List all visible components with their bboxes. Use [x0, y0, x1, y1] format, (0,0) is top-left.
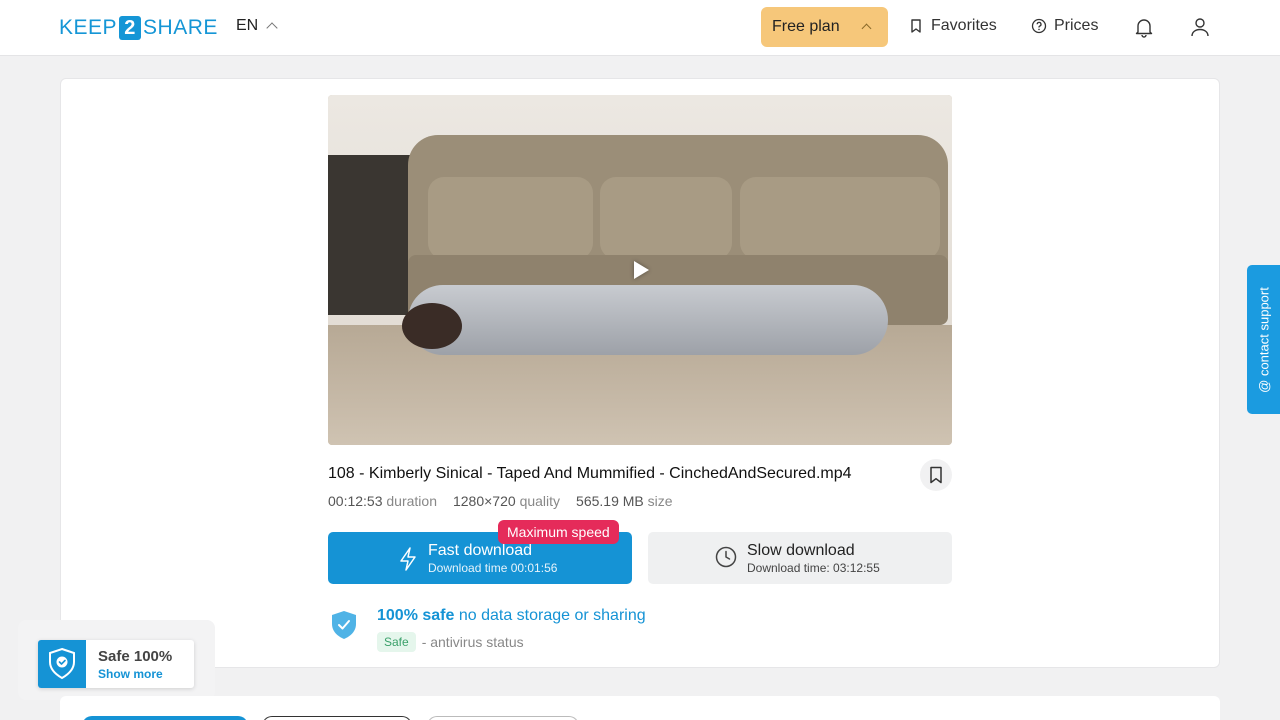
slow-download-title: Slow download — [747, 542, 855, 559]
favorites-link[interactable]: Favorites — [908, 17, 997, 35]
help-circle-icon — [1031, 18, 1047, 34]
site-logo[interactable]: KEEP 2 SHARE — [59, 15, 218, 41]
safety-statement: 100% safe no data storage or sharing — [377, 607, 646, 625]
prices-link[interactable]: Prices — [1031, 17, 1098, 35]
fast-download-time: Download time 00:01:56 — [428, 561, 558, 575]
slow-download-button[interactable]: Slow download Download time: 03:12:55 — [648, 532, 952, 584]
file-meta: 00:12:53 duration 1280×720 quality 565.1… — [328, 493, 673, 509]
free-plan-button[interactable]: Free plan — [761, 7, 888, 47]
shield-check-icon — [332, 611, 356, 639]
bookmark-button[interactable] — [920, 459, 952, 491]
show-more-link[interactable]: Show more — [98, 667, 163, 681]
antivirus-status: Safe - antivirus status — [377, 632, 524, 652]
fast-download-title: Fast download — [428, 542, 533, 559]
safe-widget-title: Safe 100% — [98, 648, 173, 665]
file-title: 108 - Kimberly Sinical - Taped And Mummi… — [328, 465, 852, 482]
favorites-label: Favorites — [931, 17, 997, 34]
tab-pill-active[interactable] — [82, 716, 248, 720]
lightning-icon — [400, 547, 416, 571]
size-meta: 565.19 MB size — [576, 493, 673, 509]
slow-download-time: Download time: 03:12:55 — [747, 561, 880, 575]
shield-check-icon — [38, 640, 86, 688]
chevron-up-icon — [266, 22, 278, 34]
language-selector[interactable]: EN — [236, 17, 278, 35]
contact-support-tab[interactable]: @ contact support — [1247, 265, 1280, 414]
top-header: KEEP 2 SHARE EN Free plan Favorites Pric… — [0, 0, 1280, 56]
antivirus-badge: Safe — [377, 632, 416, 652]
language-label: EN — [236, 17, 259, 34]
bookmark-icon — [911, 19, 921, 33]
duration-meta: 00:12:53 duration — [328, 493, 437, 509]
safety-bold: 100% safe — [377, 607, 455, 624]
free-plan-label: Free plan — [772, 18, 840, 35]
maximum-speed-badge: Maximum speed — [498, 520, 619, 544]
quality-meta: 1280×720 quality — [452, 493, 561, 509]
logo-text-left: KEEP — [59, 16, 118, 39]
clock-icon — [715, 546, 737, 568]
tab-pill[interactable] — [262, 716, 412, 720]
contact-support-label: @ contact support — [1256, 287, 1272, 393]
logo-number: 2 — [119, 16, 142, 40]
safe-widget[interactable]: Safe 100% Show more — [38, 640, 194, 688]
antivirus-label: - antivirus status — [421, 634, 524, 650]
user-icon[interactable] — [1189, 16, 1211, 38]
bell-icon[interactable] — [1133, 16, 1155, 38]
tab-pill[interactable] — [427, 716, 579, 720]
bookmark-icon — [930, 466, 942, 484]
chevron-up-icon — [861, 23, 872, 34]
prices-label: Prices — [1054, 17, 1099, 34]
play-icon[interactable] — [634, 261, 649, 279]
safety-rest: no data storage or sharing — [458, 607, 646, 624]
logo-text-right: SHARE — [143, 16, 218, 39]
